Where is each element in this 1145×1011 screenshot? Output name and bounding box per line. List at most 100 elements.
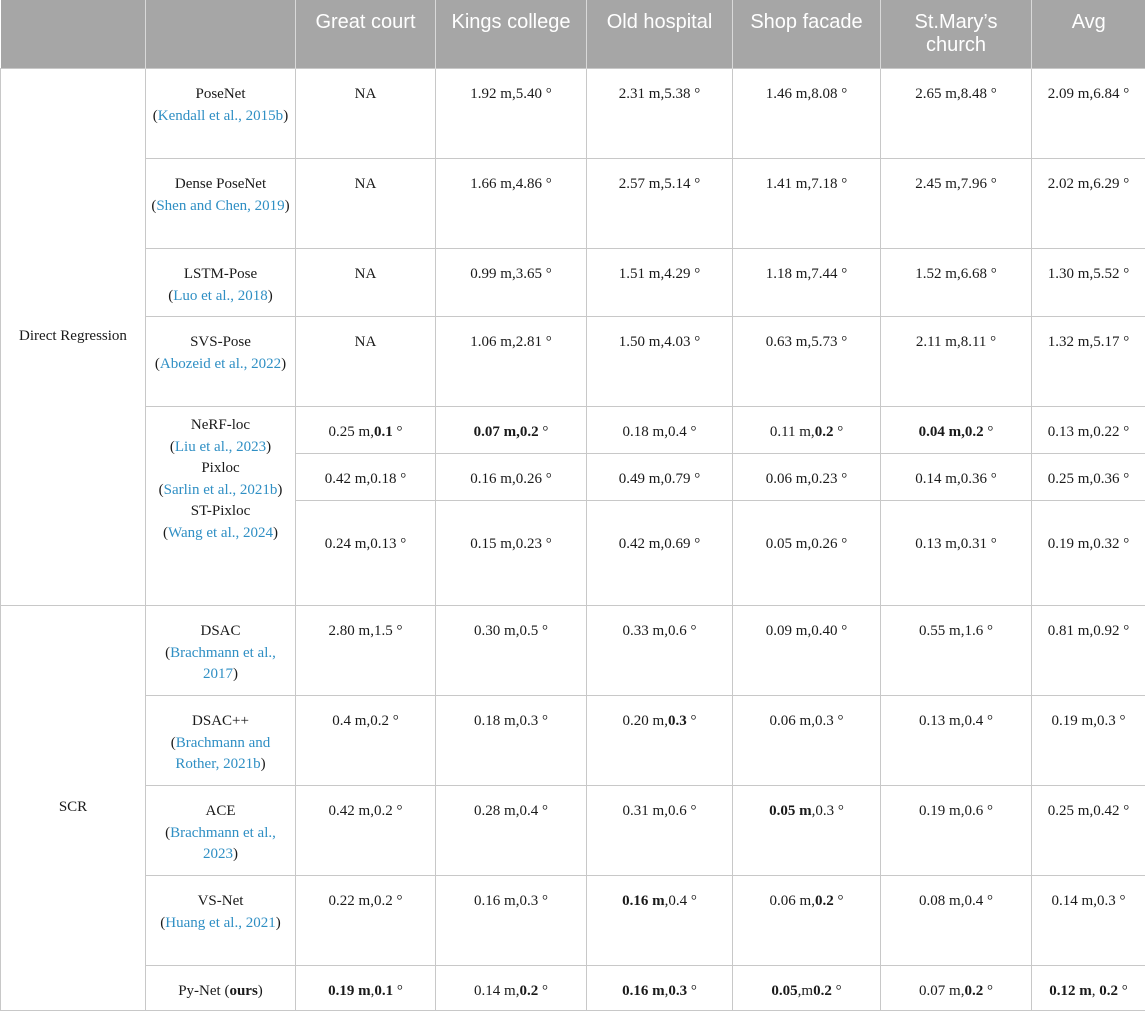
method-name: DSAC++	[192, 713, 249, 729]
cell-st-marys-church: 0.19 m,0.6 °	[881, 786, 1032, 876]
cell-shop-facade: 0.06 m,0.23 °	[733, 454, 881, 501]
header-old-hospital: Old hospital	[587, 0, 733, 69]
cell-kings-college: 1.06 m,2.81 °	[436, 317, 587, 407]
citation-link[interactable]: Brachmann et al., 2023	[170, 825, 276, 863]
cell-old-hospital: 0.31 m,0.6 °	[587, 786, 733, 876]
cell-old-hospital: 0.16 m,0.4 °	[587, 876, 733, 966]
results-table: Great court Kings college Old hospital S…	[0, 0, 1145, 1011]
cell-shop-facade: 0.05,m0.2 °	[733, 966, 881, 1011]
value-text: °	[393, 983, 403, 999]
paren-close: )	[268, 288, 273, 304]
cell-kings-college: 0.16 m,0.26 °	[436, 454, 587, 501]
paren-close: )	[233, 666, 238, 682]
value-bold: 0.2	[813, 983, 832, 999]
cell-great-court: 0.42 m,0.2 °	[296, 786, 436, 876]
cell-kings-college: 0.07 m,0.2 °	[436, 407, 587, 454]
cell-kings-college: 0.16 m,0.3 °	[436, 876, 587, 966]
citation-link[interactable]: Abozeid et al., 2022	[160, 356, 281, 372]
value-text: °	[393, 424, 403, 440]
citation-link[interactable]: Wang et al., 2024	[168, 525, 273, 541]
cell-st-marys-church: 0.55 m,1.6 °	[881, 606, 1032, 696]
value-bold: 0.3	[668, 983, 687, 999]
cell-great-court: 0.42 m,0.18 °	[296, 454, 436, 501]
value-text: °	[833, 424, 843, 440]
value-text: ,m	[798, 983, 813, 999]
cell-old-hospital: 0.42 m,0.69 °	[587, 501, 733, 606]
cell-st-marys-church: 0.04 m,0.2 °	[881, 407, 1032, 454]
citation-link[interactable]: Brachmann and Rother, 2021b	[175, 735, 270, 773]
method-name: Dense PoseNet	[175, 176, 266, 192]
header-avg: Avg	[1032, 0, 1145, 69]
cell-shop-facade: 1.46 m,8.08 °	[733, 69, 881, 159]
paren-close: )	[258, 983, 263, 999]
paren-close: )	[276, 915, 281, 931]
value-text: 0.20 m,	[623, 713, 668, 729]
cell-st-marys-church: 0.13 m,0.4 °	[881, 696, 1032, 786]
value-text: °	[983, 983, 993, 999]
method-name: NeRF-loc	[191, 417, 250, 433]
cell-kings-college: 0.30 m,0.5 °	[436, 606, 587, 696]
value-bold: 0.2	[815, 893, 834, 909]
table-row: Dense PoseNet(Shen and Chen, 2019) NA 1.…	[1, 159, 1145, 249]
cell-kings-college: 0.28 m,0.4 °	[436, 786, 587, 876]
value-bold: 0.2	[519, 983, 538, 999]
cell-st-marys-church: 0.14 m,0.36 °	[881, 454, 1032, 501]
method-name: PoseNet	[196, 86, 246, 102]
value-text: °	[984, 424, 994, 440]
citation-link[interactable]: Kendall et al., 2015b	[158, 108, 283, 124]
table-row: Direct Regression PoseNet(Kendall et al.…	[1, 69, 1145, 159]
citation-link[interactable]: Brachmann et al., 2017	[170, 645, 276, 683]
cell-st-marys-church: 2.11 m,8.11 °	[881, 317, 1032, 407]
method-cell: ACE(Brachmann et al., 2023)	[146, 786, 296, 876]
cell-great-court: 0.24 m,0.13 °	[296, 501, 436, 606]
header-great-court: Great court	[296, 0, 436, 69]
cell-great-court: NA	[296, 249, 436, 317]
method-cell: NeRF-loc(Liu et al., 2023)Pixloc(Sarlin …	[146, 407, 296, 606]
cell-old-hospital: 0.33 m,0.6 °	[587, 606, 733, 696]
value-text: 0.11 m,	[770, 424, 815, 440]
value-text: °	[834, 893, 844, 909]
cell-avg: 2.09 m,6.84 °	[1032, 69, 1145, 159]
citation-link[interactable]: Liu et al., 2023	[175, 439, 266, 455]
cell-avg: 1.32 m,5.17 °	[1032, 317, 1145, 407]
cell-shop-facade: 0.06 m,0.2 °	[733, 876, 881, 966]
header-method	[146, 0, 296, 69]
header-kings-college: Kings college	[436, 0, 587, 69]
cell-avg: 0.25 m,0.36 °	[1032, 454, 1145, 501]
method-cell: VS-Net(Huang et al., 2021)	[146, 876, 296, 966]
cell-shop-facade: 1.41 m,7.18 °	[733, 159, 881, 249]
cell-shop-facade: 1.18 m,7.44 °	[733, 249, 881, 317]
cell-kings-college: 1.66 m,4.86 °	[436, 159, 587, 249]
table-row: NeRF-loc(Liu et al., 2023)Pixloc(Sarlin …	[1, 407, 1145, 454]
citation-link[interactable]: Huang et al., 2021	[165, 915, 275, 931]
cell-avg: 1.30 m,5.52 °	[1032, 249, 1145, 317]
value-text: 0.14 m,	[474, 983, 519, 999]
group-label-direct-regression: Direct Regression	[1, 69, 146, 606]
cell-old-hospital: 0.16 m,0.3 °	[587, 966, 733, 1011]
citation-link[interactable]: Luo et al., 2018	[173, 288, 268, 304]
cell-avg: 0.81 m,0.92 °	[1032, 606, 1145, 696]
value-text: °	[687, 983, 697, 999]
method-name: ACE	[206, 803, 236, 819]
cell-shop-facade: 0.06 m,0.3 °	[733, 696, 881, 786]
table-row: ACE(Brachmann et al., 2023) 0.42 m,0.2 °…	[1, 786, 1145, 876]
value-text: °	[539, 424, 549, 440]
cell-great-court: 0.22 m,0.2 °	[296, 876, 436, 966]
cell-avg: 0.25 m,0.42 °	[1032, 786, 1145, 876]
method-cell: LSTM-Pose(Luo et al., 2018)	[146, 249, 296, 317]
value-text: °	[1118, 983, 1128, 999]
method-name-bold: ours	[229, 983, 257, 999]
method-name: ST-Pixloc	[191, 503, 250, 519]
citation-link[interactable]: Sarlin et al., 2021b	[164, 482, 278, 498]
value-bold: 0.3	[668, 713, 687, 729]
method-name: VS-Net	[198, 893, 244, 909]
value-bold: 0.2	[964, 983, 983, 999]
cell-avg: 0.13 m,0.22 °	[1032, 407, 1145, 454]
cell-shop-facade: 0.05 m,0.26 °	[733, 501, 881, 606]
citation-link[interactable]: Shen and Chen, 2019	[156, 198, 284, 214]
cell-kings-college: 0.18 m,0.3 °	[436, 696, 587, 786]
group-label-scr: SCR	[1, 606, 146, 1011]
header-shop-facade: Shop facade	[733, 0, 881, 69]
table-row: Py-Net (ours) 0.19 m,0.1 ° 0.14 m,0.2 ° …	[1, 966, 1145, 1011]
value-bold: 0.16 m	[622, 893, 665, 909]
